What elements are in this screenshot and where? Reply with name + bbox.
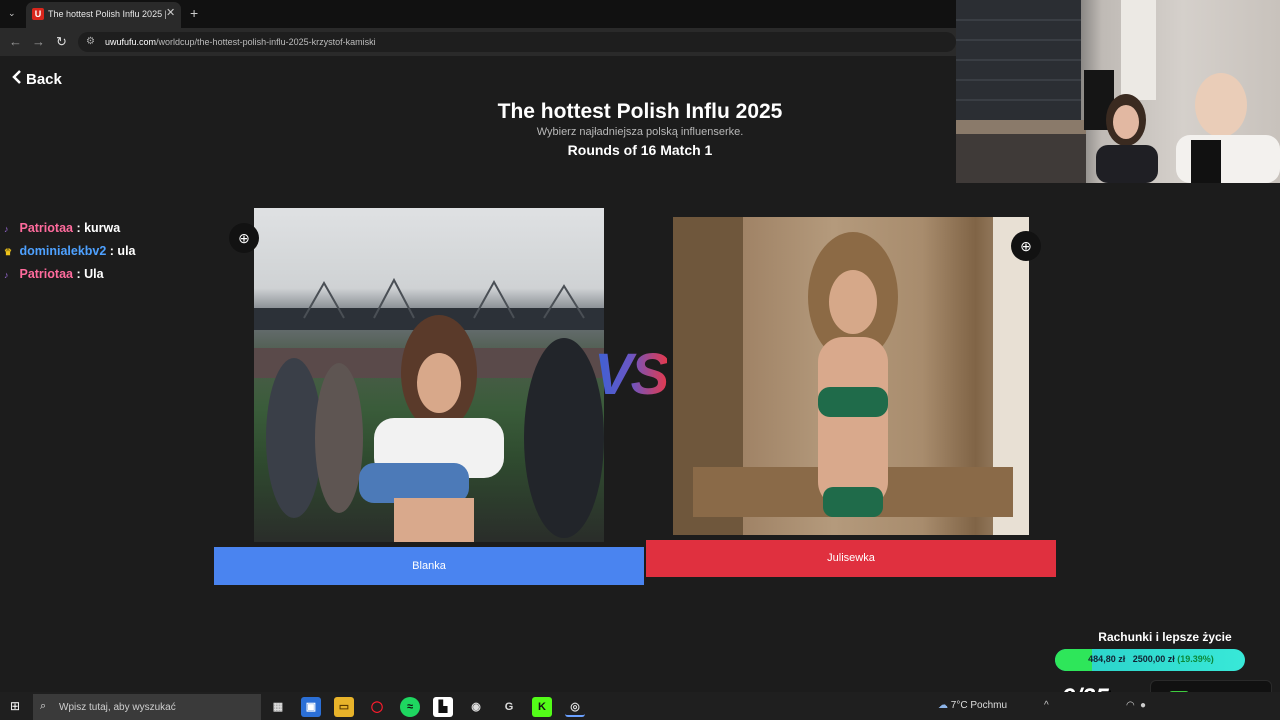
windows-start-icon[interactable]: ⊞ [10, 699, 20, 713]
browser-tab[interactable]: U The hottest Polish Influ 2025 | U [26, 2, 181, 28]
choose-blanka-button[interactable]: Blanka [214, 547, 644, 585]
spotify-icon[interactable]: ≈ [400, 697, 420, 717]
stadium-scene-illustration [254, 277, 604, 542]
music-badge-icon: ♪ [4, 270, 9, 280]
chat-message: ♪ Patriotaa : Ula [4, 267, 104, 281]
tab-close-icon[interactable]: ✕ [166, 6, 175, 19]
microphone-icon[interactable]: ● [1140, 700, 1146, 711]
url-path: /worldcup/the-hottest-polish-influ-2025-… [156, 37, 376, 47]
file-explorer-icon[interactable]: ▭ [334, 697, 354, 717]
kick-icon[interactable]: K [532, 697, 552, 717]
page-title: The hottest Polish Influ 2025 [497, 100, 783, 123]
webcam-scene-illustration [956, 0, 1280, 183]
url-domain: uwufufu.com [105, 37, 157, 47]
back-label: Back [26, 71, 62, 88]
chat-username: Patriotaa [19, 267, 73, 281]
site-info-icon[interactable]: ⚙ [86, 36, 95, 47]
round-label: Rounds of 16 Match 1 [567, 142, 713, 158]
url-text: uwufufu.com/worldcup/the-hottest-polish-… [105, 37, 376, 47]
goal-target: 2500,00 zł [1132, 654, 1175, 664]
cloud-icon: ☁ [938, 700, 948, 711]
weather-widget[interactable]: ☁ 7°C Pochmu [938, 700, 1007, 711]
contestant-right-photo[interactable] [673, 217, 1029, 535]
chat-message: ♛ dominialekbv2 : ula [4, 244, 136, 258]
search-placeholder: Wpisz tutaj, aby wyszukać [59, 702, 176, 713]
chat-text: : kurwa [72, 221, 121, 235]
chat-username: dominialekbv2 [19, 244, 107, 258]
page-subtitle: Wybierz najładniejsza polską influenserk… [536, 126, 744, 138]
music-badge-icon: ♪ [4, 224, 9, 234]
goal-percent: (19.39%) [1177, 654, 1214, 664]
reload-icon[interactable]: ↻ [56, 34, 67, 50]
choose-julisewka-button[interactable]: Julisewka [646, 540, 1056, 577]
weather-text: 7°C Pochmu [950, 700, 1008, 711]
wifi-icon[interactable]: ◠ [1126, 700, 1135, 711]
address-bar[interactable]: ⚙ uwufufu.com/worldcup/the-hottest-polis… [78, 32, 956, 52]
tab-list-chevron-icon[interactable]: ⌄ [8, 8, 16, 19]
goal-amount: 484,80 zł [1088, 654, 1126, 664]
bedroom-scene-illustration [673, 217, 1029, 535]
vs-label: VS [594, 342, 669, 407]
forward-arrow-icon[interactable]: → [32, 34, 45, 49]
crown-badge-icon: ♛ [4, 247, 13, 257]
new-tab-button[interactable]: + [190, 5, 198, 21]
goal-text: 484,80 zł 2500,00 zł (19.39%) [1058, 654, 1244, 664]
task-view-icon[interactable]: ▦ [268, 697, 288, 717]
zoom-right-icon[interactable]: ⊕ [1011, 231, 1041, 261]
goal-title: Rachunki i lepsze życie [1098, 630, 1232, 644]
contestant-left-photo[interactable] [254, 208, 604, 542]
tray-chevron-icon[interactable]: ^ [1044, 700, 1049, 711]
chat-text: : Ula [72, 267, 104, 281]
chevron-left-icon [12, 70, 22, 88]
site-favicon-icon: U [32, 8, 44, 20]
chat-username: Patriotaa [19, 221, 73, 235]
store-icon[interactable]: ▣ [301, 697, 321, 717]
zoom-left-icon[interactable]: ⊕ [229, 223, 259, 253]
tab-title: The hottest Polish Influ 2025 | U [48, 9, 166, 19]
chat-text: : ula [106, 244, 136, 258]
webcam-overlay [956, 0, 1280, 183]
search-icon: ⌕ [40, 700, 47, 712]
taskbar-search[interactable]: ⌕ Wpisz tutaj, aby wyszukać [33, 694, 261, 720]
back-arrow-icon[interactable]: ← [9, 34, 22, 49]
back-link[interactable]: Back [12, 70, 62, 88]
obs-icon[interactable]: ◉ [466, 697, 486, 717]
chrome-icon[interactable]: ◎ [565, 697, 585, 717]
chat-message: ♪ Patriotaa : kurwa [4, 221, 120, 235]
logitech-icon[interactable]: G [499, 697, 519, 717]
kick-studio-icon[interactable]: ▙ [433, 697, 453, 717]
opera-icon[interactable]: ◯ [367, 697, 387, 717]
